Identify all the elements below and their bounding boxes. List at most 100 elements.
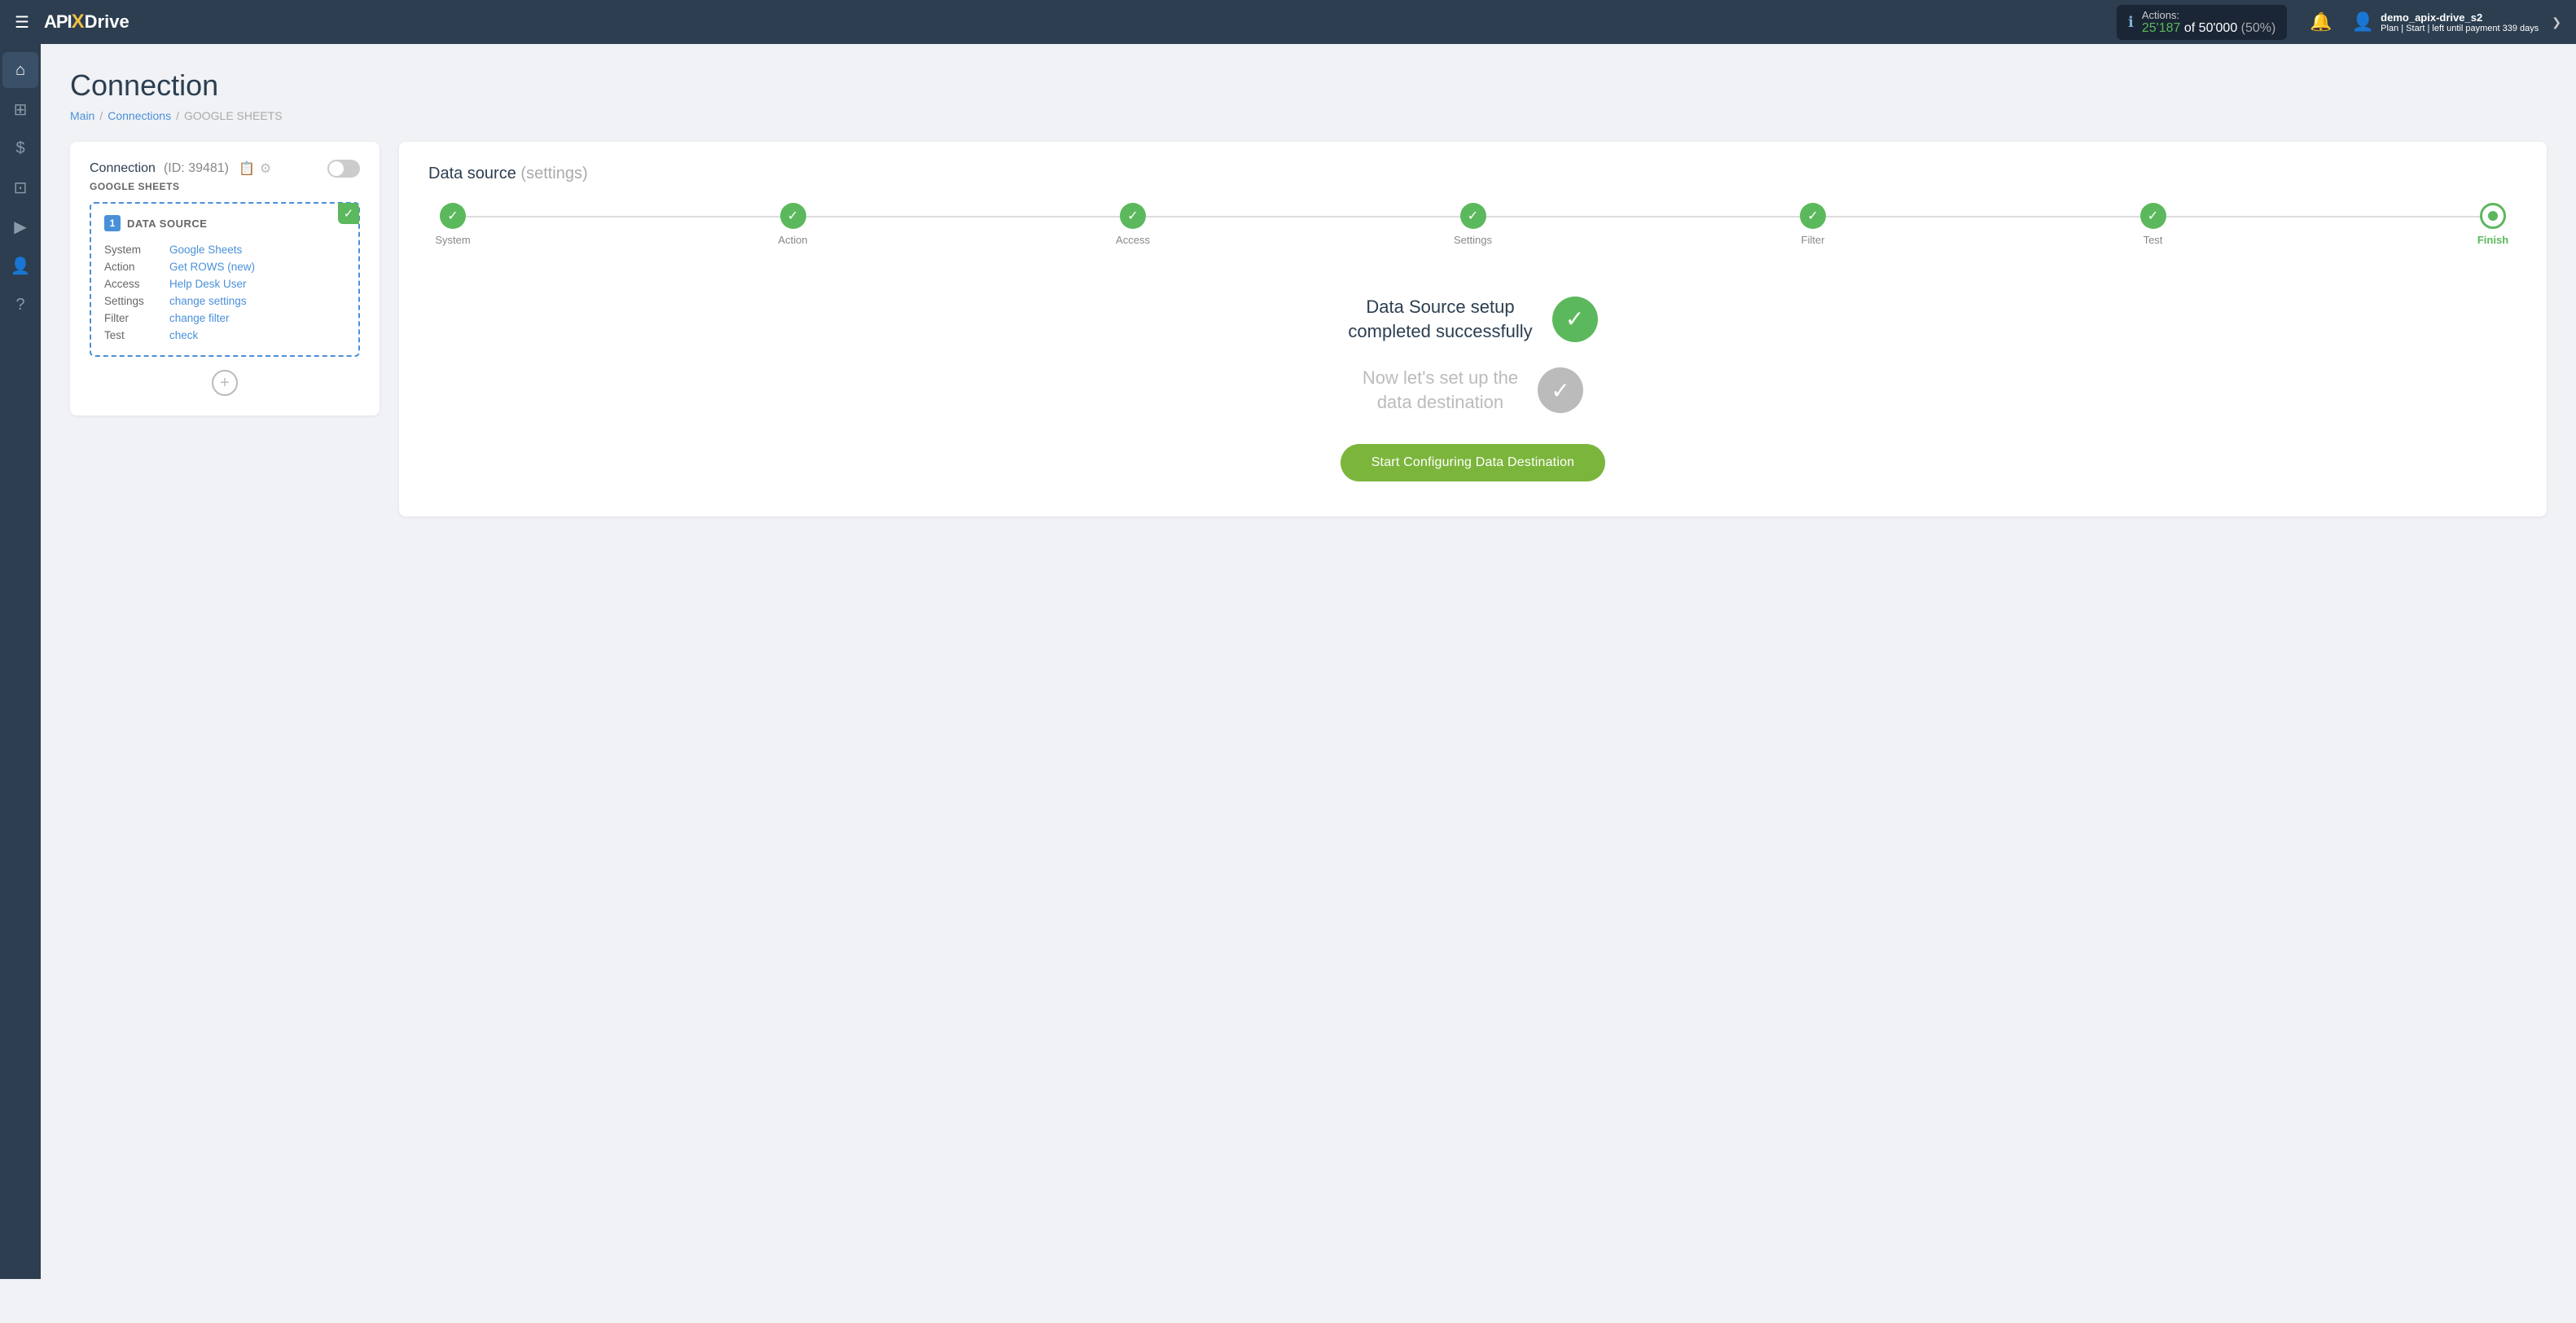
actions-count: 25'187 of 50'000 (50%) bbox=[2142, 21, 2275, 36]
table-row: Settings change settings bbox=[104, 292, 345, 310]
copy-icon[interactable]: 📋 bbox=[239, 160, 255, 177]
breadcrumb-main[interactable]: Main bbox=[70, 109, 94, 122]
home-icon: ⌂ bbox=[15, 61, 25, 80]
actions-current: 25'187 bbox=[2142, 21, 2181, 35]
page-title: Connection bbox=[70, 68, 2547, 103]
play-icon: ▶ bbox=[14, 217, 26, 237]
datasource-header-settings: (settings) bbox=[520, 165, 587, 182]
breadcrumb-sep2: / bbox=[176, 109, 179, 122]
user-menu[interactable]: 👤 demo_apix-drive_s2 Plan | Start | left… bbox=[2352, 11, 2561, 33]
row-key: Settings bbox=[104, 292, 169, 310]
breadcrumb-sep1: / bbox=[99, 109, 103, 122]
user-icon: 👤 bbox=[11, 256, 31, 276]
datasource-table: System Google Sheets Action Get ROWS (ne… bbox=[104, 241, 345, 344]
table-row: Test check bbox=[104, 327, 345, 344]
datasource-header-title: Data source bbox=[428, 165, 516, 182]
user-info: demo_apix-drive_s2 Plan | Start | left u… bbox=[2381, 11, 2539, 33]
datasource-box: ✓ 1 DATA SOURCE System Google Sheets Act… bbox=[90, 202, 360, 357]
step-label-system: System bbox=[435, 234, 470, 246]
row-key: Access bbox=[104, 275, 169, 292]
table-row: System Google Sheets bbox=[104, 241, 345, 258]
step-circle-access: ✓ bbox=[1120, 203, 1146, 229]
sidebar-item-grid[interactable]: ⊞ bbox=[2, 91, 38, 127]
card-title-text: Connection bbox=[90, 161, 156, 176]
briefcase-icon: ⊡ bbox=[14, 178, 28, 198]
help-icon: ? bbox=[15, 296, 24, 314]
add-datasource-button[interactable]: + bbox=[212, 370, 238, 396]
datasource-header: Data source (settings) bbox=[428, 165, 2517, 183]
ds-label: DATA SOURCE bbox=[127, 218, 207, 230]
breadcrumb-current: GOOGLE SHEETS bbox=[184, 109, 283, 122]
success-row-1: Data Source setupcompleted successfully … bbox=[1348, 295, 1597, 343]
success-check-gray: ✓ bbox=[1538, 367, 1583, 413]
breadcrumb-connections[interactable]: Connections bbox=[108, 109, 171, 122]
plan-info: Plan | Start | left until payment 339 da… bbox=[2381, 24, 2539, 33]
hamburger-icon[interactable]: ☰ bbox=[15, 12, 29, 33]
sidebar-item-billing[interactable]: $ bbox=[2, 130, 38, 166]
row-value[interactable]: change settings bbox=[169, 292, 345, 310]
check-icon: ✓ bbox=[344, 206, 354, 221]
step-label-test: Test bbox=[2144, 234, 2163, 246]
settings-icon[interactable]: ⚙ bbox=[260, 160, 271, 177]
row-value[interactable]: Help Desk User bbox=[169, 275, 345, 292]
row-key: Test bbox=[104, 327, 169, 344]
actions-label: Actions: bbox=[2142, 9, 2275, 21]
logo-drive: Drive bbox=[85, 11, 129, 33]
success-row-2: Now let's set up thedata destination ✓ bbox=[1363, 366, 1583, 414]
actions-total: 50'000 bbox=[2199, 21, 2238, 35]
actions-widget: ℹ Actions: 25'187 of 50'000 (50%) bbox=[2117, 5, 2287, 40]
add-button-container: + bbox=[90, 370, 360, 396]
username: demo_apix-drive_s2 bbox=[2381, 11, 2539, 24]
info-icon: ℹ bbox=[2128, 14, 2134, 31]
step-access: ✓ Access bbox=[1108, 203, 1157, 246]
step-circle-action: ✓ bbox=[780, 203, 806, 229]
card-title: Connection (ID: 39481) 📋 ⚙ bbox=[90, 160, 360, 178]
sidebar-item-home[interactable]: ⌂ bbox=[2, 52, 38, 88]
step-finish: Finish bbox=[2468, 203, 2517, 246]
next-message: Now let's set up thedata destination bbox=[1363, 366, 1518, 414]
step-circle-test: ✓ bbox=[2140, 203, 2166, 229]
step-label-access: Access bbox=[1116, 234, 1150, 246]
step-system: ✓ System bbox=[428, 203, 477, 246]
table-row: Access Help Desk User bbox=[104, 275, 345, 292]
toggle-switch[interactable] bbox=[327, 160, 360, 178]
content-row: Connection (ID: 39481) 📋 ⚙ GOOGLE SHEETS… bbox=[70, 142, 2547, 516]
step-label-action: Action bbox=[778, 234, 807, 246]
avatar-icon: 👤 bbox=[2352, 11, 2374, 33]
sidebar-item-user[interactable]: 👤 bbox=[2, 248, 38, 284]
sidebar-item-play[interactable]: ▶ bbox=[2, 209, 38, 244]
table-row: Action Get ROWS (new) bbox=[104, 258, 345, 275]
step-circle-finish bbox=[2480, 203, 2506, 229]
google-sheets-label: GOOGLE SHEETS bbox=[90, 181, 360, 192]
finish-dot bbox=[2488, 211, 2498, 221]
row-key: Filter bbox=[104, 310, 169, 327]
sidebar-item-briefcase[interactable]: ⊡ bbox=[2, 169, 38, 205]
step-circle-system: ✓ bbox=[440, 203, 466, 229]
start-configuring-button[interactable]: Start Configuring Data Destination bbox=[1341, 444, 1606, 481]
logo-api: API bbox=[44, 11, 72, 33]
step-action: ✓ Action bbox=[769, 203, 818, 246]
row-key: Action bbox=[104, 258, 169, 275]
step-circle-settings: ✓ bbox=[1460, 203, 1486, 229]
datasource-title: 1 DATA SOURCE bbox=[104, 215, 345, 231]
card-title-id: (ID: 39481) bbox=[164, 161, 229, 176]
row-value[interactable]: Get ROWS (new) bbox=[169, 258, 345, 275]
actions-of: of bbox=[2184, 21, 2199, 35]
breadcrumb: Main / Connections / GOOGLE SHEETS bbox=[70, 109, 2547, 122]
row-value[interactable]: check bbox=[169, 327, 345, 344]
row-value[interactable]: Google Sheets bbox=[169, 241, 345, 258]
step-label-settings: Settings bbox=[1454, 234, 1492, 246]
row-value[interactable]: change filter bbox=[169, 310, 345, 327]
step-label-filter: Filter bbox=[1801, 234, 1825, 246]
step-label-finish: Finish bbox=[2477, 234, 2508, 246]
chevron-down-icon[interactable]: ❯ bbox=[2552, 15, 2561, 29]
step-test: ✓ Test bbox=[2129, 203, 2178, 246]
bell-icon[interactable]: 🔔 bbox=[2310, 11, 2332, 33]
card-icons: 📋 ⚙ bbox=[239, 160, 271, 177]
success-area: Data Source setupcompleted successfully … bbox=[428, 295, 2517, 481]
table-row: Filter change filter bbox=[104, 310, 345, 327]
ds-number: 1 bbox=[104, 215, 121, 231]
logo: API X Drive bbox=[44, 11, 129, 33]
datasource-badge: ✓ bbox=[338, 203, 359, 224]
sidebar-item-help[interactable]: ? bbox=[2, 287, 38, 323]
